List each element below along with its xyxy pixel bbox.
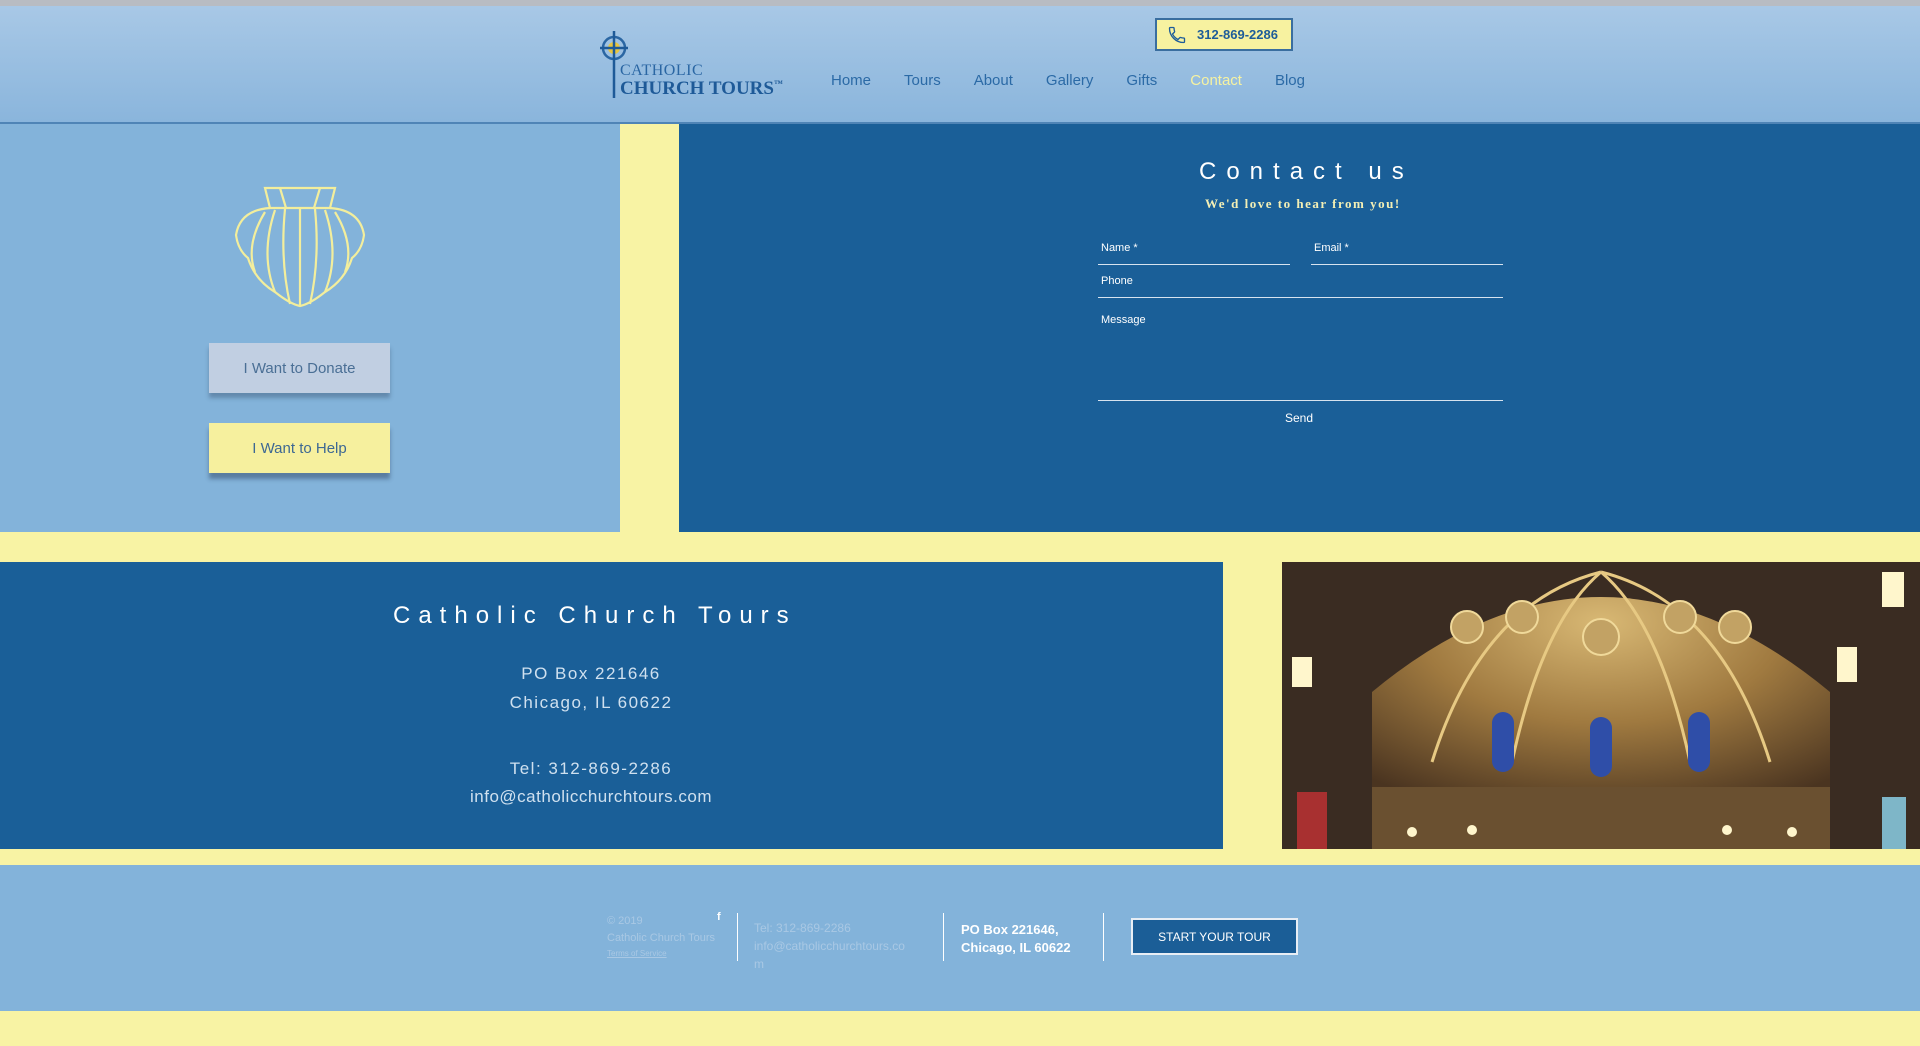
site-logo[interactable]: CATHOLIC CHURCH TOURS™ — [595, 26, 783, 101]
footer-divider-3 — [1103, 913, 1104, 961]
site-header: CATHOLIC CHURCH TOURS™ 312-869-2286 Home… — [0, 6, 1920, 124]
footer-divider-1 — [737, 913, 738, 961]
contact-title: Contact us — [1199, 158, 1414, 185]
info-address-line1: PO Box 221646 — [521, 664, 661, 683]
footer-address-line1: PO Box 221646, — [961, 922, 1059, 937]
footer-divider-2 — [943, 913, 944, 961]
footer-email-line2[interactable]: m — [754, 957, 764, 971]
info-title: Catholic Church Tours — [393, 602, 797, 629]
scallop-shell-icon — [234, 186, 366, 308]
contact-subtitle: We'd love to hear from you! — [1205, 196, 1401, 211]
church-interior-photo — [1282, 562, 1920, 849]
footer-company: Catholic Church Tours — [607, 932, 716, 944]
nav-about[interactable]: About — [974, 72, 1013, 89]
info-tel: Tel: 312-869-2286 — [509, 759, 673, 778]
send-button[interactable]: Send — [1285, 411, 1313, 425]
footer-address: PO Box 221646, Chicago, IL 60622 — [961, 921, 1071, 957]
nav-gallery[interactable]: Gallery — [1046, 72, 1094, 89]
name-field[interactable]: Name * — [1098, 242, 1290, 265]
donate-button[interactable]: I Want to Donate — [209, 343, 390, 393]
footer-copyright: © 2019 — [607, 915, 643, 927]
logo-text-church-tours-label: CHURCH TOURS — [620, 78, 774, 99]
footer-terms-link[interactable]: Terms of Service — [607, 949, 667, 958]
logo-text-church-tours: CHURCH TOURS™ — [620, 78, 783, 100]
nav-tours[interactable]: Tours — [904, 72, 941, 89]
info-email-link[interactable]: info@catholicchurchtours.com — [391, 787, 791, 807]
message-field-label: Message — [1101, 314, 1146, 326]
nav-gifts[interactable]: Gifts — [1126, 72, 1157, 89]
nav-home[interactable]: Home — [831, 72, 871, 89]
email-field[interactable]: Email * — [1311, 242, 1503, 265]
start-your-tour-button[interactable]: START YOUR TOUR — [1131, 918, 1298, 955]
name-field-label: Name * — [1101, 242, 1138, 254]
phone-field-label: Phone — [1101, 275, 1133, 287]
header-phone-number: 312-869-2286 — [1197, 27, 1278, 42]
header-phone-button[interactable]: 312-869-2286 — [1155, 18, 1293, 51]
footer-tel: Tel: 312-869-2286 — [754, 921, 851, 935]
site-footer — [0, 865, 1920, 1011]
email-field-label: Email * — [1314, 242, 1349, 254]
footer-address-line2: Chicago, IL 60622 — [961, 940, 1071, 955]
facebook-icon[interactable]: f — [717, 911, 721, 923]
nav-blog[interactable]: Blog — [1275, 72, 1305, 89]
nav-contact[interactable]: Contact — [1190, 72, 1242, 89]
phone-field[interactable]: Phone — [1098, 275, 1503, 298]
logo-trademark: ™ — [773, 78, 783, 89]
message-field[interactable]: Message — [1098, 314, 1503, 401]
main-nav: Home Tours About Gallery Gifts Contact B… — [831, 72, 1338, 89]
info-address-line2: Chicago, IL 60622 — [509, 693, 673, 712]
help-button[interactable]: I Want to Help — [209, 423, 390, 473]
phone-icon — [1168, 26, 1186, 43]
footer-email-line1[interactable]: info@catholicchurchtours.co — [754, 939, 905, 953]
